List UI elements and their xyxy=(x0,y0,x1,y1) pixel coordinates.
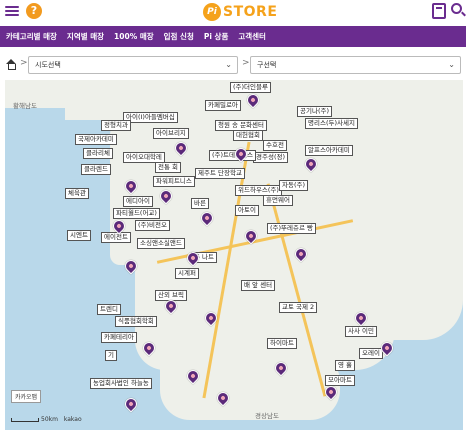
store-label[interactable]: 교토 국제 2 xyxy=(279,302,318,313)
store-label[interactable]: 클라렌드 xyxy=(81,164,111,175)
logo-badge: Pi xyxy=(203,3,221,21)
province-select-value: 시도선택 xyxy=(35,61,61,69)
map-copyright[interactable]: 카카오맵 xyxy=(11,390,42,403)
store-label[interactable]: 체육관 xyxy=(65,188,89,199)
store-label[interactable]: 전통 회 xyxy=(155,162,182,173)
store-label[interactable]: 카페테리아 xyxy=(101,332,137,343)
store-label[interactable]: 바른 xyxy=(191,198,209,209)
store-label[interactable]: 제주트 단장학교 xyxy=(195,168,245,179)
store-label[interactable]: 식품협회학회 xyxy=(115,316,157,327)
nav-apply[interactable]: 입점 신청 xyxy=(164,31,194,42)
search-icon[interactable] xyxy=(451,3,462,14)
hamburger-icon[interactable] xyxy=(5,4,19,18)
top-bar: ? Pi STORE xyxy=(0,0,466,26)
nav-category[interactable]: 카테고리별 매장 xyxy=(6,31,57,42)
chevron-down-icon: ⌄ xyxy=(448,60,455,69)
store-label[interactable]: 에디아이 xyxy=(123,196,153,207)
store-label[interactable]: 영 흘 xyxy=(335,360,356,371)
store-label[interactable]: 소싱앤소실앤드 xyxy=(137,238,185,249)
region-label: 경상남도 xyxy=(255,412,279,420)
logo[interactable]: Pi STORE xyxy=(203,3,277,21)
store-label[interactable]: 배 앞 센터 xyxy=(241,280,276,291)
store-label[interactable]: 기 xyxy=(105,350,117,361)
calculator-icon[interactable] xyxy=(432,3,446,19)
nav-pi-products[interactable]: Pi 상품 xyxy=(204,31,228,42)
logo-text: STORE xyxy=(223,4,278,20)
store-label[interactable]: 대헌협회 xyxy=(233,130,263,141)
land-area xyxy=(160,360,340,420)
store-label[interactable]: 공기나(주) xyxy=(297,106,332,117)
breadcrumb-separator: > xyxy=(242,58,250,68)
filter-bar: > 시도선택 ⌄ > 구선택 ⌄ xyxy=(0,53,466,77)
store-label[interactable]: 경주성(정) xyxy=(253,152,288,163)
breadcrumb-separator: > xyxy=(20,58,28,68)
store-label[interactable]: 알프스아카데미 xyxy=(305,145,353,156)
store-label[interactable]: 에이전트 xyxy=(101,232,131,243)
chevron-down-icon: ⌄ xyxy=(225,60,232,69)
store-label[interactable]: 하이마트 xyxy=(267,338,297,349)
store-label[interactable]: 시계퍼 xyxy=(175,268,199,279)
store-label[interactable]: 국제아카데미 xyxy=(75,134,117,145)
store-label[interactable]: 파워피트니스 xyxy=(153,176,195,187)
help-icon[interactable]: ? xyxy=(26,3,42,19)
store-label[interactable]: 사사 이민 xyxy=(345,326,377,337)
nav-region[interactable]: 지역별 매장 xyxy=(67,31,104,42)
store-label[interactable]: 오레이 xyxy=(359,348,383,359)
nav-support[interactable]: 고객센터 xyxy=(238,31,266,42)
home-icon[interactable] xyxy=(6,59,16,70)
store-label[interactable]: 클라리체 xyxy=(83,148,113,159)
district-select-value: 구선택 xyxy=(257,61,277,69)
nav-100-percent[interactable]: 100% 매장 xyxy=(114,31,154,42)
district-select[interactable]: 구선택 ⌄ xyxy=(250,56,461,74)
map-scale: 50km kakao xyxy=(11,416,82,423)
store-label[interactable]: 아이(I)아들멤버십 xyxy=(123,112,178,123)
store-marker[interactable] xyxy=(122,395,140,413)
scale-bar xyxy=(11,417,39,422)
store-label[interactable]: 자동(주) xyxy=(279,180,309,191)
store-label[interactable]: 청원 송 문화센터 xyxy=(215,120,267,131)
store-label[interactable]: (주)트데이터스 xyxy=(209,150,256,161)
store-map[interactable]: 황해남도 경상남도 (주)더인블루 카페밀로아 아이(I)아들멤버십 공기나(주… xyxy=(5,80,463,430)
store-label[interactable]: 휴먼웨어 xyxy=(263,195,293,206)
store-label[interactable]: 농업회사법인 하늘농 xyxy=(90,378,152,389)
store-label[interactable]: 시엔트 xyxy=(67,230,91,241)
main-nav: 카테고리별 매장 지역별 매장 100% 매장 입점 신청 Pi 상품 고객센터 xyxy=(0,26,466,47)
scale-text: 50km xyxy=(41,416,58,423)
map-brand: kakao xyxy=(63,416,82,423)
store-label[interactable]: (주)비전오 xyxy=(135,220,170,231)
store-label[interactable]: (주)더인블루 xyxy=(230,82,271,93)
province-select[interactable]: 시도선택 ⌄ xyxy=(28,56,238,74)
store-label[interactable]: 아이브리지 xyxy=(153,128,189,139)
store-label[interactable]: 정형치과 xyxy=(101,120,131,131)
store-label[interactable]: (주)뚜레쥬르 빵 xyxy=(267,223,317,234)
store-label[interactable]: 아토이 xyxy=(235,205,259,216)
region-label: 황해남도 xyxy=(13,102,37,110)
store-label[interactable]: 모아마트 xyxy=(325,375,355,386)
store-label[interactable]: 트렌디 xyxy=(97,304,121,315)
store-label[interactable]: 수호전 xyxy=(263,140,287,151)
store-label[interactable]: 명리스(두)사세지 xyxy=(305,118,358,129)
store-label[interactable]: 카페밀로아 xyxy=(205,100,241,111)
store-label[interactable]: 파티월드(어교) xyxy=(113,208,160,219)
